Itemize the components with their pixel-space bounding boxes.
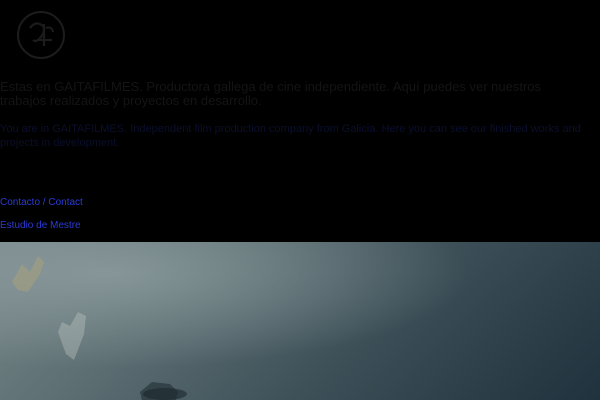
page: Estas en GAITAFILMES. Productora gallega… <box>0 0 600 400</box>
hero-image <box>0 242 600 400</box>
gaitafilmes-logo-icon[interactable] <box>16 10 66 60</box>
studio-link[interactable]: Estudio de Mestre <box>0 220 81 232</box>
contact-link[interactable]: Contacto / Contact <box>0 197 83 209</box>
intro-text-es: Estas en GAITAFILMES. Productora gallega… <box>0 79 542 108</box>
intro-text-en: You are in GAITAFILMES. Independent film… <box>0 123 581 149</box>
